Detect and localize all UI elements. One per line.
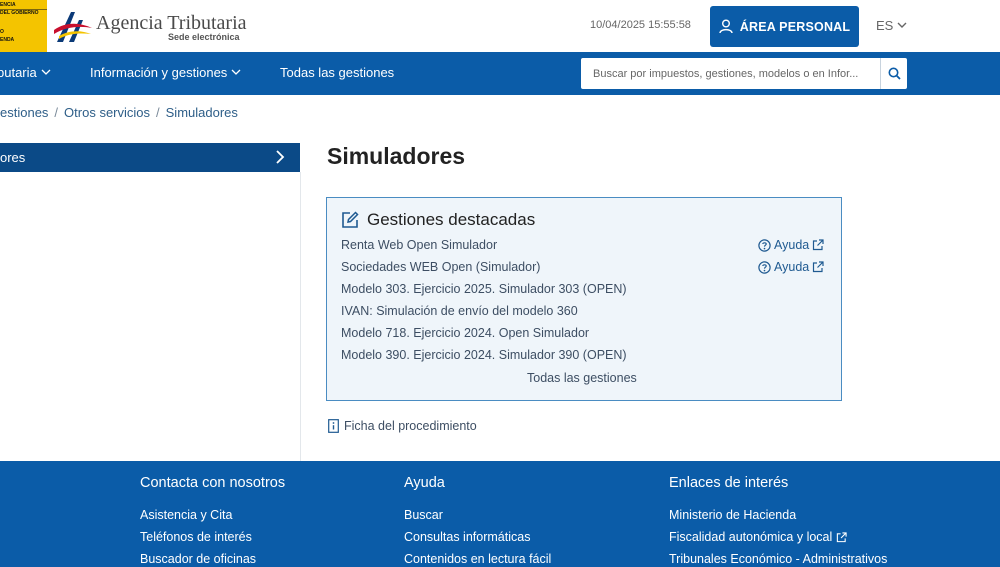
- search-box: [581, 58, 907, 89]
- ficha-procedimiento-link[interactable]: Ficha del procedimiento: [328, 419, 477, 433]
- gestion-link-modelo-303[interactable]: Modelo 303. Ejercicio 2025. Simulador 30…: [341, 282, 627, 296]
- site-footer: Contacta con nosotros Asistencia y Cita …: [0, 461, 1000, 567]
- language-label: ES: [876, 18, 894, 33]
- nav-item-tributaria[interactable]: butaria: [0, 65, 51, 80]
- chevron-down-icon: [41, 69, 51, 75]
- breadcrumb-separator: /: [54, 105, 59, 120]
- nav-item-informacion-gestiones[interactable]: Información y gestiones: [90, 65, 241, 80]
- gestion-link-renta-web[interactable]: Renta Web Open Simulador: [341, 238, 497, 252]
- gestion-link-modelo-390[interactable]: Modelo 390. Ejercicio 2024. Simulador 39…: [341, 348, 627, 362]
- area-personal-button[interactable]: ÁREA PERSONAL: [710, 6, 859, 47]
- user-icon: [719, 19, 733, 34]
- footer-link-buscador-oficinas[interactable]: Buscador de oficinas: [140, 548, 285, 567]
- breadcrumb: estiones / Otros servicios / Simuladores: [0, 105, 238, 120]
- footer-link-fiscalidad-autonomica[interactable]: Fiscalidad autonómica y local: [669, 526, 887, 548]
- gov-logo-line-4: ENDA: [0, 37, 15, 43]
- footer-link-consultas-informaticas[interactable]: Consultas informáticas: [404, 526, 551, 548]
- featured-heading-label: Gestiones destacadas: [367, 210, 536, 229]
- external-link-icon: [813, 261, 824, 273]
- language-selector[interactable]: ES: [876, 18, 907, 33]
- search-input[interactable]: [581, 58, 880, 89]
- nav-item-label: Todas las gestiones: [280, 65, 395, 80]
- footer-link-lectura-facil[interactable]: Contenidos en lectura fácil: [404, 548, 551, 567]
- nav-item-todas-gestiones[interactable]: Todas las gestiones: [280, 65, 394, 80]
- footer-column-title: Ayuda: [404, 475, 445, 491]
- help-circle-icon: [758, 260, 771, 274]
- ayuda-link-renta[interactable]: Ayuda: [758, 238, 824, 252]
- site-header: ENCIA DEL GOBIERNO O ENDA Agencia Tribut…: [0, 0, 1000, 52]
- gestion-link-sociedades-web[interactable]: Sociedades WEB Open (Simulador): [341, 260, 540, 274]
- footer-column-ayuda: Ayuda Buscar Consultas informáticas Cont…: [404, 475, 551, 567]
- main-navigation: butaria Información y gestiones Todas la…: [0, 52, 1000, 95]
- footer-column-enlaces: Enlaces de interés Ministerio de Haciend…: [669, 475, 887, 567]
- footer-column-contacta: Contacta con nosotros Asistencia y Cita …: [140, 475, 285, 567]
- chevron-right-icon: [276, 150, 285, 164]
- brand-subtitle: Sede electrónica: [168, 32, 240, 42]
- footer-link-asistencia-cita[interactable]: Asistencia y Cita: [140, 504, 285, 526]
- footer-link-telefonos[interactable]: Teléfonos de interés: [140, 526, 285, 548]
- breadcrumb-separator: /: [156, 105, 160, 120]
- footer-link-ministerio-hacienda[interactable]: Ministerio de Hacienda: [669, 504, 887, 526]
- gov-logo-line-2: DEL GOBIERNO: [0, 10, 39, 16]
- footer-link-buscar[interactable]: Buscar: [404, 504, 551, 526]
- ayuda-label: Ayuda: [774, 260, 810, 274]
- breadcrumb-item-gestiones[interactable]: estiones: [0, 105, 48, 120]
- breadcrumb-item-simuladores[interactable]: Simuladores: [166, 105, 238, 120]
- gestion-link-ivan-360[interactable]: IVAN: Simulación de envío del modelo 360: [341, 304, 578, 318]
- breadcrumb-item-otros-servicios[interactable]: Otros servicios: [64, 105, 150, 120]
- sidebar-item-simuladores[interactable]: ores: [0, 143, 300, 172]
- footer-column-title: Contacta con nosotros: [140, 475, 286, 491]
- gov-logo-line-1: ENCIA: [0, 2, 16, 8]
- area-personal-label: ÁREA PERSONAL: [739, 19, 851, 34]
- ficha-label: Ficha del procedimiento: [344, 419, 477, 433]
- edit-icon: [342, 211, 359, 228]
- agencia-tributaria-logo-icon[interactable]: [53, 8, 93, 44]
- nav-item-label: butaria: [0, 65, 37, 80]
- gov-logo-line-3: O: [0, 29, 4, 35]
- document-info-icon: [328, 419, 339, 433]
- gestion-link-modelo-718[interactable]: Modelo 718. Ejercicio 2024. Open Simulad…: [341, 326, 589, 340]
- featured-heading: Gestiones destacadas: [341, 210, 535, 230]
- featured-gestiones-panel: Gestiones destacadas Renta Web Open Simu…: [326, 197, 842, 401]
- chevron-down-icon: [897, 22, 907, 28]
- sidebar-item-label: ores: [0, 150, 26, 165]
- ayuda-link-sociedades[interactable]: Ayuda: [758, 260, 824, 274]
- footer-column-title: Enlaces de interés: [669, 475, 789, 491]
- footer-link-label: Fiscalidad autonómica y local: [669, 530, 833, 544]
- sidebar-divider: [300, 172, 301, 461]
- search-icon: [888, 67, 901, 80]
- external-link-icon: [813, 239, 824, 251]
- ayuda-label: Ayuda: [774, 238, 810, 252]
- page-title: Simuladores: [327, 143, 466, 169]
- current-datetime: 10/04/2025 15:55:58: [590, 19, 691, 31]
- search-button[interactable]: [880, 58, 907, 89]
- nav-item-label: Información y gestiones: [90, 65, 228, 80]
- external-link-icon: [837, 531, 847, 542]
- chevron-down-icon: [231, 69, 241, 75]
- footer-link-tribunales[interactable]: Tribunales Económico - Administrativos: [669, 548, 887, 567]
- todas-las-gestiones-link[interactable]: Todas las gestiones: [527, 371, 637, 385]
- government-logo[interactable]: ENCIA DEL GOBIERNO O ENDA: [0, 0, 47, 52]
- help-circle-icon: [758, 238, 771, 252]
